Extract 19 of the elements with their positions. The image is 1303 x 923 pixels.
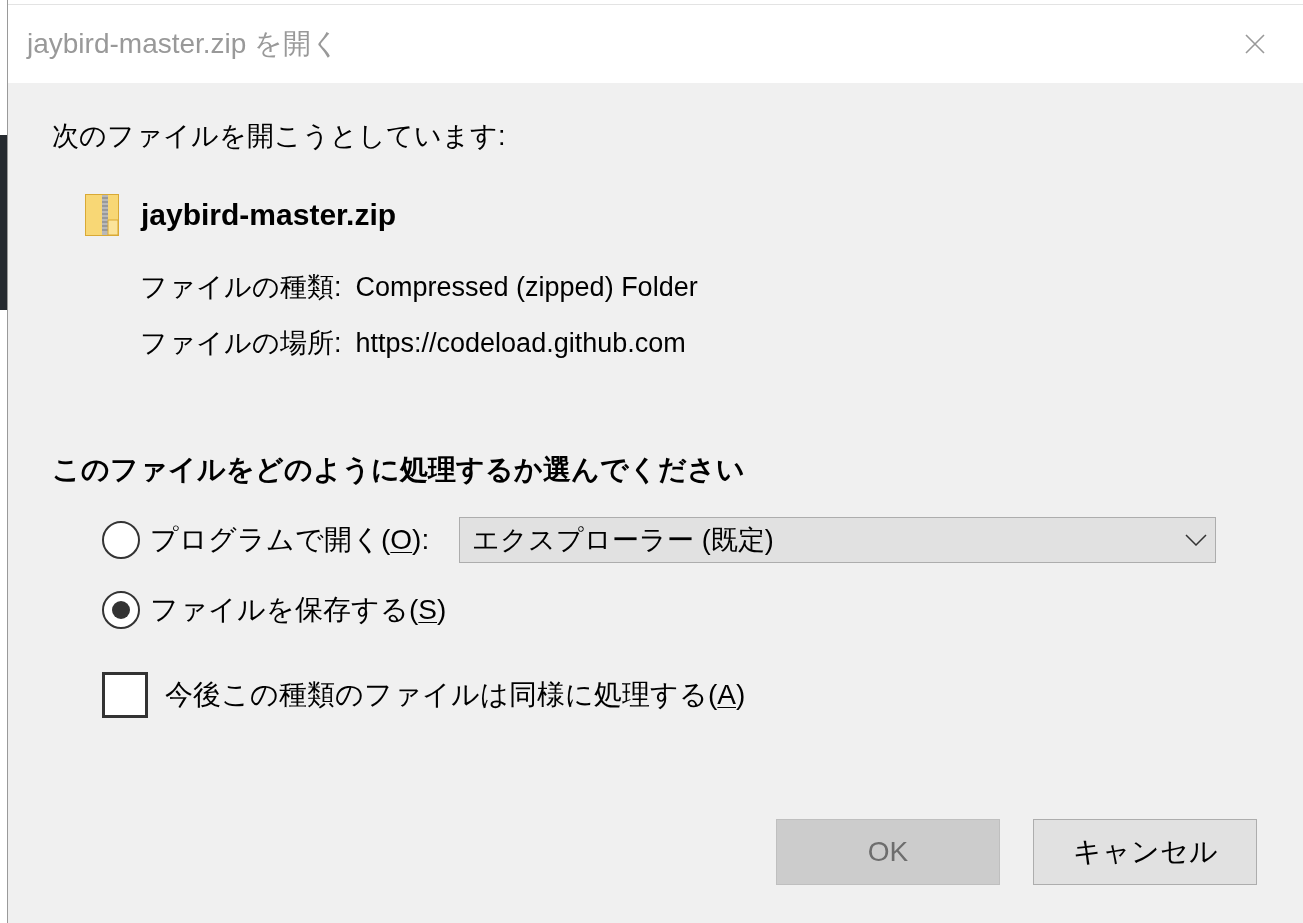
- cancel-button[interactable]: キャンセル: [1033, 819, 1257, 885]
- radio-button[interactable]: [102, 591, 140, 629]
- option-label[interactable]: プログラムで開く(O):: [150, 521, 430, 559]
- checkbox[interactable]: [102, 672, 148, 718]
- detail-label: ファイルの場所:: [140, 327, 342, 360]
- chevron-down-icon: [1185, 534, 1207, 546]
- option-label[interactable]: ファイルを保存する(S): [150, 591, 447, 629]
- intro-text: 次のファイルを開こうとしています:: [52, 120, 506, 153]
- close-icon[interactable]: [1245, 34, 1265, 54]
- program-dropdown[interactable]: エクスプローラー (既定): [459, 517, 1216, 563]
- zip-folder-icon: [85, 194, 119, 236]
- radio-button[interactable]: [102, 521, 140, 559]
- detail-label: ファイルの種類:: [140, 271, 342, 304]
- file-name: jaybird-master.zip: [141, 197, 397, 233]
- option-label[interactable]: 今後この種類のファイルは同様に処理する(A): [165, 676, 746, 714]
- detail-value: https://codeload.github.com: [355, 327, 687, 360]
- detail-value: Compressed (zipped) Folder: [355, 271, 698, 304]
- window-title: jaybird-master.zip を開く: [27, 27, 341, 61]
- section-heading: このファイルをどのように処理するか選んでください: [52, 453, 745, 487]
